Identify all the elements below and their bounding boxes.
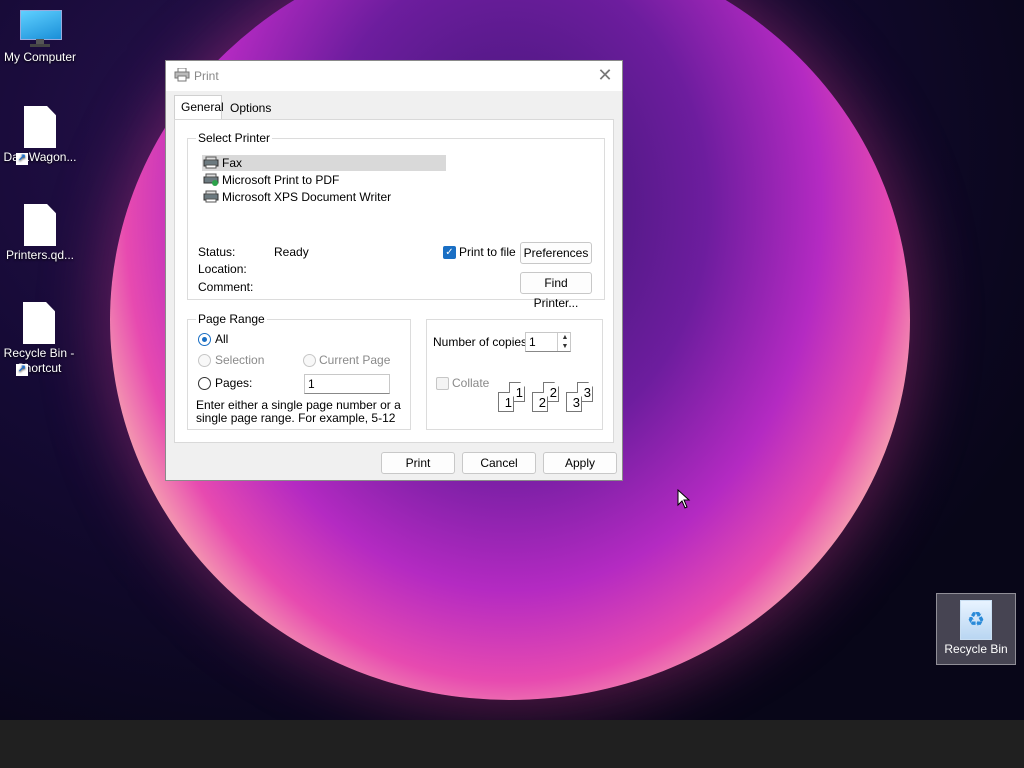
print-dialog: Print ✕ General Options Select Printer F… xyxy=(165,60,623,481)
file-icon xyxy=(24,106,56,148)
desktop-icon-label: Recycle Bin - Shortcut xyxy=(3,346,75,375)
desktop-icon-label: DataWagon... xyxy=(3,150,77,164)
pages-label[interactable]: Pages: xyxy=(215,376,252,390)
page-icon: 3 xyxy=(566,392,582,412)
pages-input[interactable]: 1 xyxy=(304,374,390,394)
selection-label[interactable]: Selection xyxy=(215,353,264,367)
collate-label[interactable]: Collate xyxy=(452,376,489,390)
title-bar[interactable]: Print ✕ xyxy=(166,61,622,91)
print-button[interactable]: Print xyxy=(381,452,455,474)
page-range-label: Page Range xyxy=(196,312,267,326)
mouse-cursor-icon xyxy=(677,489,691,509)
file-icon xyxy=(24,204,56,246)
status-label: Status: xyxy=(198,245,236,259)
cancel-button[interactable]: Cancel xyxy=(462,452,536,474)
tab-options[interactable]: Options xyxy=(224,97,278,119)
printer-item-pdf[interactable]: Microsoft Print to PDF xyxy=(202,172,339,188)
dialog-title: Print xyxy=(194,69,219,83)
desktop-icon-my-computer[interactable]: My Computer xyxy=(0,10,80,65)
printer-name: Microsoft XPS Document Writer xyxy=(222,190,392,204)
shortcut-arrow-icon: ↗ xyxy=(16,364,28,376)
spin-up-icon[interactable]: ▲ xyxy=(558,333,572,342)
page-range-hint: Enter either a single page number or a s… xyxy=(196,398,401,425)
monitor-icon xyxy=(18,10,62,48)
desktop-icon-label: Printers.qd... xyxy=(5,248,75,262)
all-radio[interactable] xyxy=(198,333,211,346)
select-printer-group: Select Printer Fax Microsoft Print to PD… xyxy=(187,131,605,310)
taskbar xyxy=(0,720,1024,768)
general-tab-panel: Select Printer Fax Microsoft Print to PD… xyxy=(174,119,614,443)
desktop-icon-recycle-bin[interactable]: ♻ Recycle Bin xyxy=(936,593,1016,665)
recycle-bin-icon: ♻ xyxy=(960,600,992,640)
tab-general[interactable]: General xyxy=(174,95,224,119)
close-icon[interactable]: ✕ xyxy=(596,66,614,84)
print-to-file-checkbox[interactable]: ✓ xyxy=(443,246,456,259)
shortcut-arrow-icon: ↗ xyxy=(16,153,28,165)
collate-checkbox[interactable] xyxy=(436,377,449,390)
printer-icon xyxy=(203,156,219,169)
desktop-icon-datawagon[interactable]: ↗ DataWagon... xyxy=(0,106,80,165)
printer-item-xps[interactable]: Microsoft XPS Document Writer xyxy=(202,189,391,205)
preferences-button[interactable]: Preferences xyxy=(520,242,592,264)
printer-item-fax[interactable]: Fax xyxy=(202,155,446,171)
current-page-radio[interactable] xyxy=(303,354,316,367)
page-range-group: Page Range All Selection Current Page Pa… xyxy=(187,312,411,430)
printer-name: Microsoft Print to PDF xyxy=(222,173,340,187)
printer-default-icon xyxy=(203,173,219,186)
pages-radio[interactable] xyxy=(198,377,211,390)
comment-label: Comment: xyxy=(198,280,254,294)
copies-group: Number of copies: 1 ▲ ▼ Collate 1 1 2 2 … xyxy=(426,319,603,430)
number-of-copies-label: Number of copies: xyxy=(433,335,531,349)
printer-icon xyxy=(203,190,219,203)
printer-list[interactable]: Fax Microsoft Print to PDF Microsoft XPS… xyxy=(198,149,594,231)
printer-name: Fax xyxy=(222,156,243,170)
page-icon: 1 xyxy=(498,392,514,412)
all-label[interactable]: All xyxy=(215,332,228,346)
print-to-file-label[interactable]: Print to file xyxy=(459,245,516,259)
status-value: Ready xyxy=(274,245,309,259)
apply-button[interactable]: Apply xyxy=(543,452,617,474)
current-page-label[interactable]: Current Page xyxy=(319,353,390,367)
location-label: Location: xyxy=(198,262,247,276)
find-printer-button[interactable]: Find Printer... xyxy=(520,272,592,310)
copies-spinner[interactable]: ▲ ▼ xyxy=(557,333,572,351)
desktop-icon-recycle-bin-shortcut[interactable]: ↗ Recycle Bin - Shortcut xyxy=(0,302,78,376)
file-icon xyxy=(23,302,55,344)
select-printer-label: Select Printer xyxy=(196,131,273,145)
desktop-icon-label: Recycle Bin xyxy=(944,642,1008,656)
spin-down-icon[interactable]: ▼ xyxy=(558,342,572,351)
page-icon: 2 xyxy=(532,392,548,412)
desktop-icon-label: My Computer xyxy=(3,50,77,64)
printer-icon xyxy=(174,68,190,82)
desktop-icon-printers[interactable]: Printers.qd... xyxy=(0,204,80,263)
selection-radio[interactable] xyxy=(198,354,211,367)
